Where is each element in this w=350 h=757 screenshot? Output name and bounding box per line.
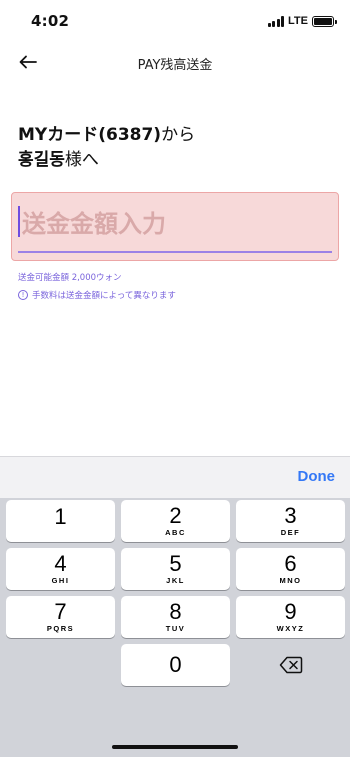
done-button[interactable]: Done [298,468,336,485]
key-digit: 0 [169,652,182,677]
key-digit: 9 [284,599,297,624]
key-digit: 1 [54,503,67,529]
key-5[interactable]: 5 JKL [121,548,230,590]
key-letters: DEF [280,528,301,537]
key-9[interactable]: 9 WXYZ [236,596,345,638]
key-digit: 4 [54,551,67,576]
key-letters: JKL [166,576,185,585]
key-2[interactable]: 2 ABC [121,500,230,542]
key-6[interactable]: 6 MNO [236,548,345,590]
recipient-line: 홍길동様へ [18,148,195,173]
key-3[interactable]: 3 DEF [236,500,345,542]
key-letters: TUV [165,624,186,633]
key-blank [6,644,115,686]
input-underline [18,251,332,253]
backspace-icon [279,656,302,674]
key-digit: 8 [169,599,182,624]
key-digit: 5 [169,551,182,576]
status-bar: 4:02 LTE [0,0,350,44]
key-letters: MNO [279,576,302,585]
signal-icon [267,15,285,27]
home-indicator [112,745,238,749]
key-digit: 7 [54,599,67,624]
amount-input[interactable] [18,201,332,247]
fee-note: ! 手数料は送金金額によって異なります [18,289,176,301]
key-1[interactable]: 1 [6,500,115,542]
key-digit: 6 [284,551,297,576]
page-title: PAY残高送金 [137,58,213,73]
source-suffix: から [161,125,196,145]
key-letters: GHI [51,576,70,585]
key-8[interactable]: 8 TUV [121,596,230,638]
numeric-keypad: 1 2 ABC 3 DEF 4 GHI 5 JKL 6 MNO 7 PQRS 8 TUV 9W… [0,498,350,757]
fee-note-text: 手数料は送金金額によって異なります [32,291,176,301]
key-4[interactable]: 4 GHI [6,548,115,590]
info-icon: ! [18,290,28,300]
network-type: LTE [288,15,308,27]
key-letters: PQRS [46,624,75,633]
key-0[interactable]: 0 [121,644,230,686]
key-letters: ABC [165,528,186,537]
source-card: MYカード(6387) [18,125,162,145]
battery-icon [312,15,337,27]
key-letters: WXYZ [276,624,305,633]
recipient-suffix: 様へ [64,150,99,170]
status-indicators: LTE [267,15,337,27]
delete-key[interactable] [236,644,345,686]
keyboard-toolbar: Done [0,456,350,498]
transfer-limit-text: 送金可能金額 2,000ウォン [18,273,122,283]
key-7[interactable]: 7 PQRS [6,596,115,638]
status-time: 4:02 [31,12,70,30]
source-line: MYカード(6387)から [18,123,195,148]
recipient-name: 홍길동 [18,150,65,170]
nav-header: PAY残高送金 [0,44,350,80]
text-caret [18,206,20,237]
key-digit: 3 [284,503,297,528]
amount-field-container [11,192,339,261]
transfer-summary: MYカード(6387)から 홍길동様へ [18,123,195,173]
key-digit: 2 [169,503,182,528]
